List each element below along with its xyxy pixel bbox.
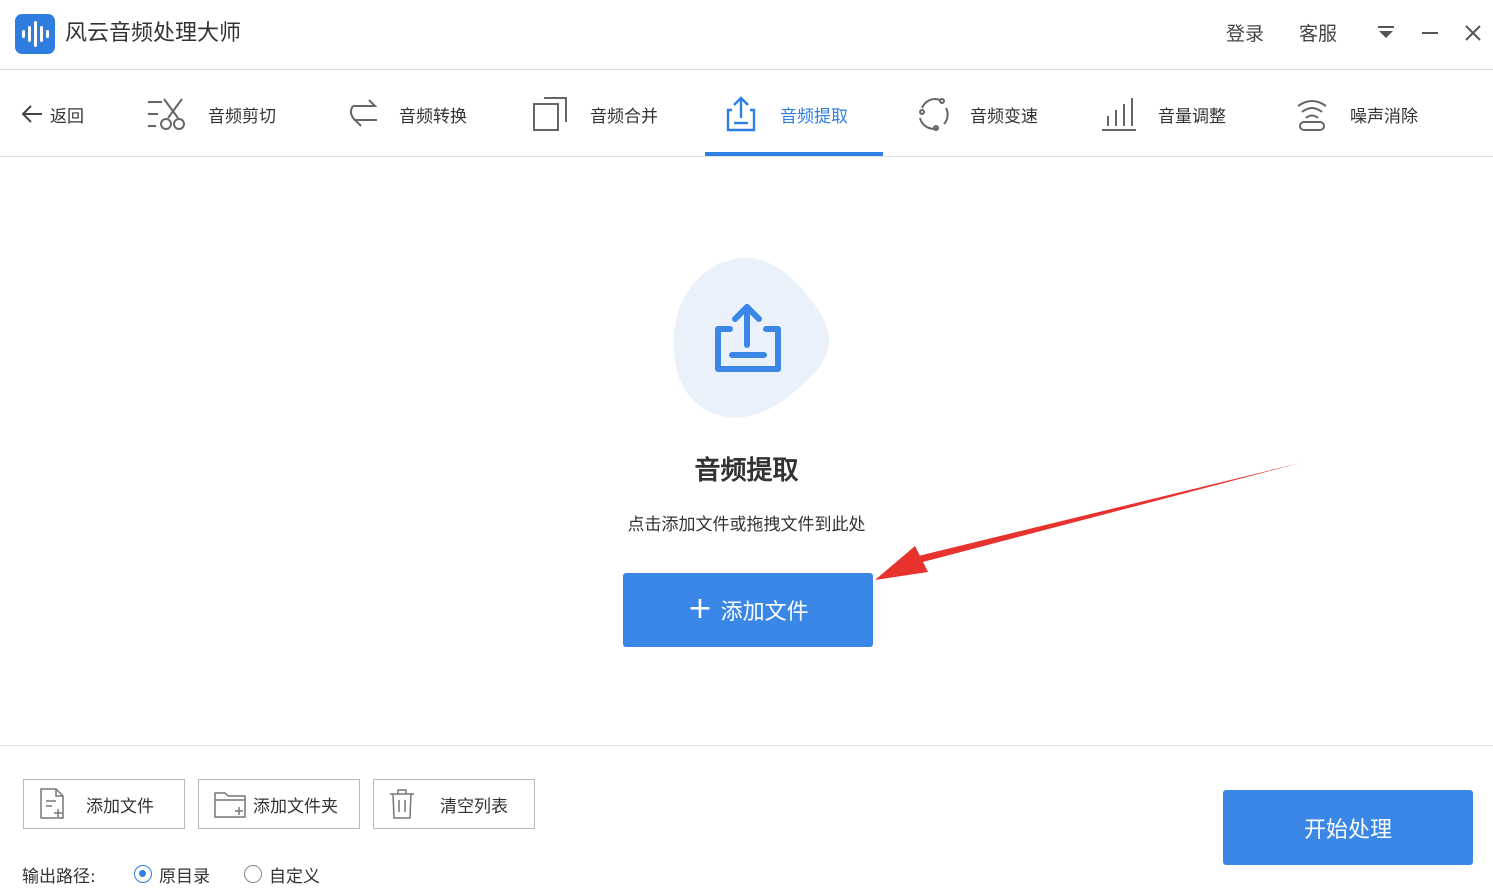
login-link[interactable]: 登录 [1226, 22, 1264, 46]
bottom-divider [0, 745, 1493, 746]
tab-label: 噪声消除 [1350, 106, 1418, 127]
drop-zone-title: 音频提取 [694, 456, 799, 486]
output-path-label: 输出路径: [22, 866, 96, 887]
clear-list-button[interactable]: 清空列表 [373, 779, 535, 829]
upload-tray-icon [726, 96, 756, 132]
active-tab-indicator [705, 152, 883, 156]
radio-unchecked-icon [244, 865, 262, 883]
radio-label: 原目录 [159, 866, 210, 887]
radio-label: 自定义 [269, 866, 320, 887]
volume-bars-icon [1102, 98, 1136, 131]
minimize-icon[interactable] [1417, 20, 1443, 46]
output-path-row: 输出路径: 原目录 自定义 [22, 862, 354, 887]
scissors-icon [148, 98, 185, 130]
tab-noise-reduction[interactable]: 噪声消除 [1292, 71, 1418, 157]
speed-circle-icon [919, 98, 949, 131]
output-original-dir-radio[interactable]: 原目录 [134, 862, 210, 887]
tab-volume-adjust[interactable]: 音量调整 [1100, 71, 1226, 157]
tab-audio-convert[interactable]: 音频转换 [345, 71, 467, 157]
app-logo-icon [15, 14, 55, 54]
radio-checked-icon [134, 865, 152, 883]
tab-label: 音频变速 [970, 106, 1038, 127]
app-title: 风云音频处理大师 [65, 21, 242, 46]
tab-audio-cut[interactable]: 音频剪切 [146, 71, 276, 157]
tab-label: 音量调整 [1158, 106, 1226, 127]
tab-audio-extract[interactable]: 音频提取 [724, 71, 848, 157]
menu-dropdown-icon[interactable] [1373, 20, 1399, 46]
tab-label: 音频提取 [780, 106, 848, 127]
tab-audio-merge[interactable]: 音频合并 [532, 71, 658, 157]
tab-label: 音频转换 [399, 106, 467, 127]
merge-squares-icon [533, 97, 567, 131]
add-folder-button[interactable]: 添加文件夹 [198, 779, 360, 829]
customer-service-link[interactable]: 客服 [1299, 22, 1337, 46]
add-file-main-button[interactable]: + 添加文件 [623, 573, 873, 647]
start-processing-button[interactable]: 开始处理 [1223, 790, 1473, 865]
back-button[interactable]: 返回 [20, 99, 84, 129]
close-icon[interactable] [1460, 20, 1486, 46]
add-file-main-label: 添加文件 [720, 600, 809, 625]
add-file-button[interactable]: 添加文件 [23, 779, 185, 829]
convert-arrows-icon [349, 99, 378, 127]
back-label: 返回 [50, 106, 84, 127]
add-file-icon [40, 788, 64, 819]
add-folder-label: 添加文件夹 [253, 796, 338, 817]
feature-toolbar: 返回 音频剪切 音频转换 音频合并 音频提取 音频变速 音量调整 噪声消除 [0, 71, 1493, 157]
add-file-label: 添加文件 [86, 796, 154, 817]
trash-icon [390, 789, 414, 819]
arrow-left-icon [21, 105, 42, 123]
tab-label: 音频剪切 [208, 106, 276, 127]
title-bar: 风云音频处理大师 登录 客服 [0, 0, 1493, 70]
add-folder-icon [214, 792, 246, 818]
drop-zone-hint: 点击添加文件或拖拽文件到此处 [627, 515, 866, 535]
clear-list-label: 清空列表 [440, 796, 508, 817]
tab-audio-speed[interactable]: 音频变速 [914, 71, 1038, 157]
plus-icon: + [687, 590, 713, 626]
tab-label: 音频合并 [590, 106, 658, 127]
upload-illustration-icon [673, 257, 829, 418]
output-custom-radio[interactable]: 自定义 [244, 862, 320, 887]
noise-wifi-icon [1297, 100, 1327, 131]
